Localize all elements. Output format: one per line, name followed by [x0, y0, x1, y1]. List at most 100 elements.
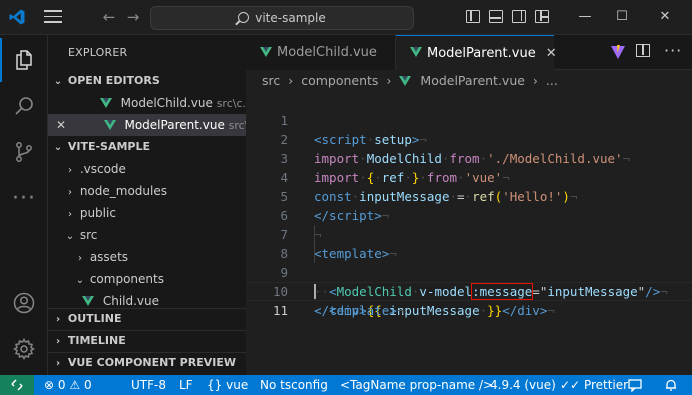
language-label: vue — [226, 378, 249, 392]
explorer-icon[interactable] — [0, 38, 48, 82]
timeline-section[interactable]: › TIMELINE — [48, 330, 246, 352]
tree-item-vscode[interactable]: › .vscode — [48, 158, 246, 180]
outline-section[interactable]: › OUTLINE — [48, 308, 246, 330]
tree-item-label: public — [79, 206, 116, 220]
breadcrumb-item[interactable]: src — [262, 73, 280, 88]
tree-item-components[interactable]: ⌄ components — [48, 268, 246, 290]
open-editor-path: src\... — [228, 119, 246, 132]
customize-layout-icon[interactable] — [535, 10, 549, 23]
open-editor-item[interactable]: ModelChild.vue src\c... — [48, 92, 246, 114]
formatter-label: Prettier — [583, 378, 629, 392]
tree-item-label: components — [89, 272, 164, 286]
breadcrumb-item[interactable]: ModelParent.vue — [420, 73, 525, 88]
code-line: 7 <template>¬ — [246, 206, 692, 261]
tab-modelparent[interactable]: ModelParent.vue ✕ — [396, 35, 557, 70]
accounts-icon[interactable] — [0, 281, 48, 325]
toggle-panel-icon[interactable] — [489, 10, 503, 23]
open-editor-item[interactable]: ✕ ModelParent.vue src\... — [48, 114, 246, 136]
tsconfig-status[interactable]: No tsconfig — [260, 375, 328, 395]
chevron-right-icon: › — [55, 336, 61, 347]
open-editors-header[interactable]: ⌄ OPEN EDITORS — [48, 70, 246, 92]
forward-arrow-icon[interactable]: → — [124, 8, 142, 26]
section-label: TIMELINE — [67, 334, 126, 347]
code-line: 5 </script>¬ — [246, 168, 692, 223]
section-label: VUE COMPONENT PREVIEW — [67, 356, 236, 369]
back-arrow-icon[interactable]: ← — [100, 8, 118, 26]
remote-indicator[interactable] — [0, 375, 34, 395]
indent-guide — [314, 244, 315, 263]
code-line: 6 ¬ — [246, 187, 692, 242]
close-tab-icon[interactable]: ✕ — [546, 46, 557, 61]
close-icon[interactable]: ✕ — [48, 114, 74, 136]
tab-modelchild[interactable]: ModelChild.vue — [246, 35, 396, 70]
code-line: 4 const·inputMessage·=·ref('Hello!')¬ — [246, 149, 692, 204]
search-icon[interactable] — [0, 84, 48, 128]
activity-bar: ··· — [0, 35, 48, 375]
breadcrumb-item[interactable]: components — [301, 73, 378, 88]
problems-indicator[interactable]: ⊗ 0 ⚠ 0 — [44, 375, 92, 395]
language-status[interactable]: {} vue — [207, 375, 248, 395]
close-icon[interactable]: ✕ — [655, 8, 675, 26]
explorer-title: EXPLORER — [68, 46, 128, 59]
explorer-sidebar: EXPLORER ⌄ OPEN EDITORS ModelChild.vue s… — [48, 35, 246, 375]
formatter-status[interactable]: ✓✓ Prettier — [560, 375, 628, 395]
vue-preview-section[interactable]: › VUE COMPONENT PREVIEW — [48, 352, 246, 374]
vite-icon[interactable] — [610, 45, 626, 60]
maximize-icon[interactable]: ☐ — [612, 8, 632, 26]
indent-guide — [314, 225, 315, 244]
toggle-sidebar-icon[interactable] — [466, 10, 480, 23]
more-icon[interactable]: ··· — [0, 176, 48, 220]
section-label: OUTLINE — [67, 312, 122, 325]
workspace-label: VITE-SAMPLE — [67, 140, 150, 153]
vscode-icon — [9, 9, 25, 25]
bell-icon[interactable] — [664, 375, 678, 395]
vue-file-icon — [260, 46, 272, 57]
eol-status[interactable]: LF — [179, 375, 193, 395]
workspace-header[interactable]: ⌄ VITE-SAMPLE — [48, 136, 246, 158]
source-control-icon[interactable] — [0, 130, 48, 174]
code-line-current: 11 — [246, 282, 692, 318]
command-center-search[interactable]: vite-sample — [150, 6, 414, 30]
chevron-down-icon: ⌄ — [53, 142, 63, 153]
tree-item-assets[interactable]: › assets — [48, 246, 246, 268]
code-text: </template>¬ — [314, 303, 405, 318]
more-actions-icon[interactable]: ··· — [664, 41, 682, 60]
chevron-right-icon: › — [68, 165, 72, 176]
code-line: 8 ··<ModelChild·v-model:message="inputMe… — [246, 225, 692, 300]
code-line: 10 </template>¬ — [246, 263, 692, 318]
breadcrumb-item[interactable]: ... — [546, 73, 558, 88]
manage-gear-icon[interactable] — [0, 327, 48, 371]
tree-item-label: .vscode — [79, 162, 126, 176]
toggle-secondary-sidebar-icon[interactable] — [512, 10, 526, 23]
tree-item-node-modules[interactable]: › node_modules — [48, 180, 246, 202]
warnings-count: 0 — [83, 378, 92, 392]
vue-file-icon — [399, 75, 412, 86]
notifications-icon[interactable] — [628, 375, 642, 395]
code-line: 1 <script·setup>¬ — [246, 92, 692, 147]
breadcrumb: src › components › ModelParent.vue › ... — [246, 70, 692, 92]
open-editor-name: ModelChild.vue — [120, 96, 213, 110]
vue-file-icon — [99, 97, 112, 108]
chevron-right-icon: › — [386, 73, 392, 88]
tree-item-label: node_modules — [79, 184, 167, 198]
minimize-icon[interactable]: — — [575, 8, 595, 26]
tree-item-label: assets — [89, 250, 129, 264]
status-bar: ⊗ 0 ⚠ 0 UTF-8 LF {} vue No tsconfig <Tag… — [0, 375, 692, 395]
code-line: 3 import·{·ref·}·from·'vue'¬ — [246, 130, 692, 185]
warning-icon: ⚠ — [69, 378, 81, 392]
tree-item-public[interactable]: › public — [48, 202, 246, 224]
code-editor[interactable]: 1 <script·setup>¬ 2 import·ModelChild·fr… — [246, 92, 692, 375]
chevron-right-icon: › — [55, 314, 61, 325]
open-editor-name: ModelParent.vue — [124, 118, 225, 132]
split-editor-icon[interactable] — [636, 44, 650, 57]
tree-item-src[interactable]: ⌄ src — [48, 224, 246, 246]
chevron-right-icon: › — [78, 253, 82, 264]
tab-label: ModelParent.vue — [427, 45, 536, 61]
tag-mode-status[interactable]: <TagName prop-name /> — [340, 375, 493, 395]
encoding-status[interactable]: UTF-8 — [131, 375, 166, 395]
chevron-right-icon: › — [55, 358, 61, 369]
vue-file-icon — [103, 119, 116, 130]
version-status[interactable]: 4.9.4 (vue) — [490, 375, 556, 395]
chevron-down-icon: ⌄ — [75, 275, 85, 286]
menu-icon[interactable] — [44, 10, 62, 24]
